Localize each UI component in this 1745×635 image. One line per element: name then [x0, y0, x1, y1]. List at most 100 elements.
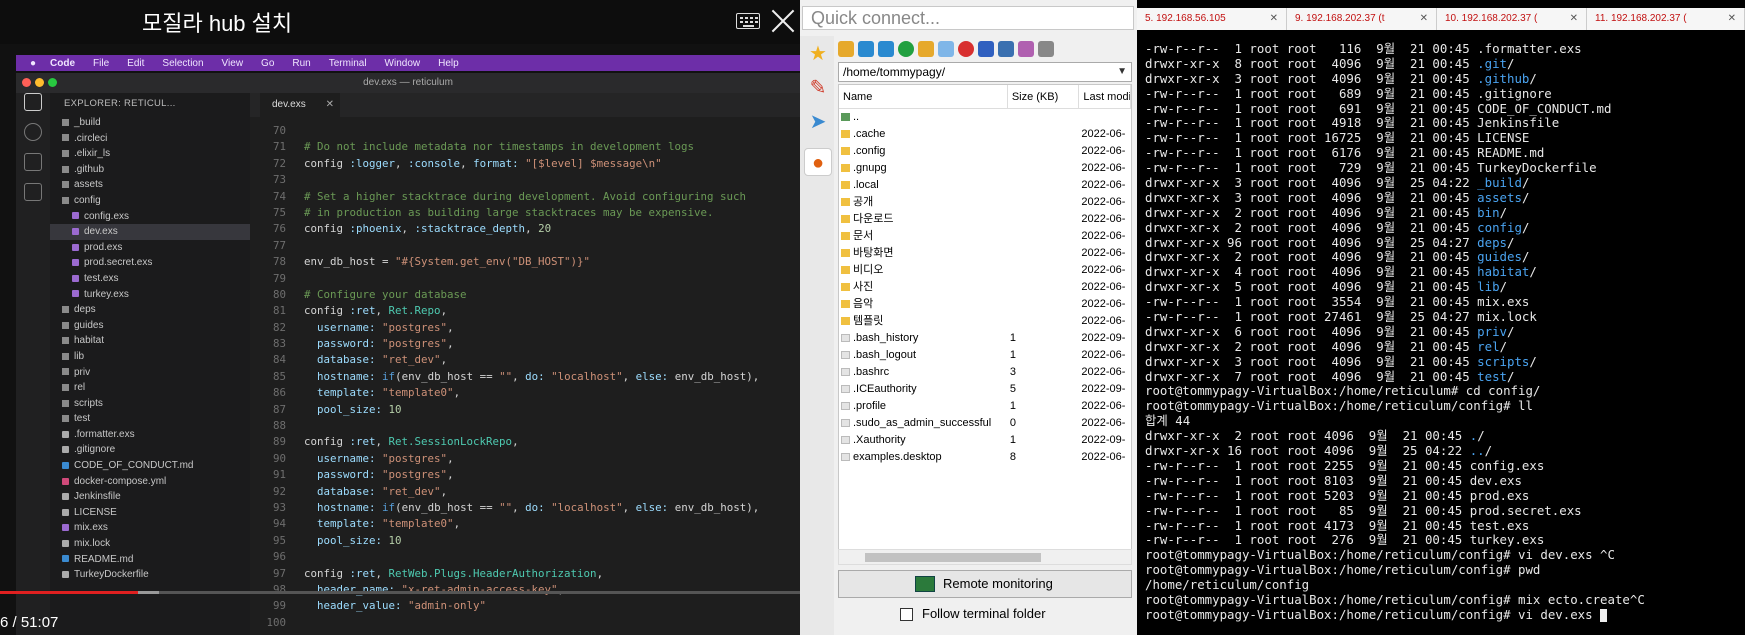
file-row[interactable]: .ICEauthority 5 2022-09- — [839, 381, 1131, 398]
menu-item[interactable]: File — [93, 58, 109, 69]
file-row[interactable]: 템플릿 2022-06- — [839, 313, 1131, 330]
menu-item[interactable]: Help — [438, 58, 459, 69]
new-folder-icon[interactable] — [918, 41, 934, 57]
terminal-tab[interactable]: 5. 192.168.56.105 ✕ — [1137, 8, 1287, 30]
column-header-name[interactable]: Name — [839, 85, 1008, 108]
keyboard-icon[interactable] — [736, 13, 760, 29]
menu-item[interactable]: Selection — [162, 58, 203, 69]
file-tree-item[interactable]: config.exs — [50, 209, 250, 225]
code-editor[interactable]: dev.exs ✕ 70 71 # Do not include metadata … — [250, 93, 800, 635]
file-row[interactable]: .sudo_as_admin_successful 0 2022-06- — [839, 415, 1131, 432]
properties-icon[interactable] — [998, 41, 1014, 57]
file-row[interactable]: 음악 2022-06- — [839, 296, 1131, 313]
delete-icon[interactable] — [958, 41, 974, 57]
editor-tab[interactable]: dev.exs ✕ — [260, 93, 340, 117]
scrollbar-thumb[interactable] — [865, 553, 1041, 562]
file-row[interactable]: .bash_history 1 2022-09- — [839, 330, 1131, 347]
rename-icon[interactable] — [978, 41, 994, 57]
file-tree-item[interactable]: _build — [50, 115, 250, 131]
menu-item[interactable]: Edit — [127, 58, 144, 69]
menu-item[interactable]: Run — [292, 58, 310, 69]
file-tree-item[interactable]: .formatter.exs — [50, 427, 250, 443]
video-player[interactable]: 모질라 hub 설치 ● Code File Edit Selection Vi… — [0, 0, 800, 635]
file-tree-item[interactable]: docker-compose.yml — [50, 474, 250, 490]
star-icon[interactable]: ★ — [804, 40, 832, 68]
file-tree-item[interactable]: test — [50, 411, 250, 427]
sftp-icon[interactable]: ● — [804, 148, 832, 176]
file-row[interactable]: 바탕화면 2022-06- — [839, 245, 1131, 262]
permissions-icon[interactable] — [1018, 41, 1034, 57]
file-tree-item[interactable]: .gitignore — [50, 442, 250, 458]
file-row[interactable]: .bashrc 3 2022-06- — [839, 364, 1131, 381]
terminal-tab[interactable]: 11. 192.168.202.37 ( ✕ — [1587, 8, 1745, 30]
new-file-icon[interactable] — [938, 41, 954, 57]
file-row[interactable]: .local 2022-06- — [839, 177, 1131, 194]
file-row[interactable]: .gnupg 2022-06- — [839, 160, 1131, 177]
folder-up-icon[interactable] — [838, 41, 854, 57]
menu-item[interactable]: Window — [385, 58, 421, 69]
apple-icon[interactable]: ● — [30, 58, 36, 69]
follow-terminal-checkbox[interactable] — [900, 608, 913, 621]
window-minimize-dot[interactable] — [35, 78, 44, 87]
tools-icon[interactable]: ✎ — [804, 74, 832, 102]
file-row[interactable]: .. — [839, 109, 1131, 126]
close-icon[interactable]: ✕ — [1270, 8, 1278, 30]
file-row[interactable]: .cache 2022-06- — [839, 126, 1131, 143]
file-row[interactable]: 다운로드 2022-06- — [839, 211, 1131, 228]
video-progress-bar[interactable] — [0, 591, 800, 594]
file-tree-item[interactable]: CODE_OF_CONDUCT.md — [50, 458, 250, 474]
file-tree-item[interactable]: mix.lock — [50, 536, 250, 552]
close-icon[interactable] — [770, 8, 796, 34]
file-tree-item[interactable]: config — [50, 193, 250, 209]
file-tree-item[interactable]: prod.secret.exs — [50, 255, 250, 271]
terminal-panel[interactable]: 5. 192.168.56.105 ✕ 9. 192.168.202.37 (t… — [1137, 0, 1745, 635]
file-row[interactable]: 비디오 2022-06- — [839, 262, 1131, 279]
file-row[interactable]: examples.desktop 8 2022-06- — [839, 449, 1131, 466]
file-tree-item[interactable]: assets — [50, 177, 250, 193]
file-row[interactable]: 공개 2022-06- — [839, 194, 1131, 211]
file-tree-item[interactable]: test.exs — [50, 271, 250, 287]
terminal-icon[interactable] — [1038, 41, 1054, 57]
search-icon[interactable] — [24, 123, 42, 141]
terminal-cursor[interactable] — [1600, 608, 1608, 622]
terminal-tab[interactable]: 9. 192.168.202.37 (t ✕ — [1287, 8, 1437, 30]
refresh-icon[interactable] — [898, 41, 914, 57]
column-header-size[interactable]: Size (KB) — [1008, 85, 1080, 108]
source-control-icon[interactable] — [24, 153, 42, 171]
file-tree-item[interactable]: guides — [50, 318, 250, 334]
file-tree-item[interactable]: TurkeyDockerfile — [50, 567, 250, 583]
upload-icon[interactable] — [878, 41, 894, 57]
file-tree-item[interactable]: habitat — [50, 333, 250, 349]
window-zoom-dot[interactable] — [48, 78, 57, 87]
download-icon[interactable] — [858, 41, 874, 57]
menu-app-name[interactable]: Code — [50, 58, 75, 69]
close-icon[interactable]: ✕ — [1420, 8, 1428, 30]
file-tree-item[interactable]: scripts — [50, 396, 250, 412]
menu-item[interactable]: View — [222, 58, 244, 69]
file-tree-item[interactable]: dev.exs — [50, 224, 250, 240]
file-row[interactable]: .bash_logout 1 2022-06- — [839, 347, 1131, 364]
file-tree-item[interactable]: LICENSE — [50, 505, 250, 521]
close-icon[interactable]: ✕ — [326, 93, 334, 117]
close-icon[interactable]: ✕ — [1728, 8, 1736, 30]
quick-connect-input[interactable]: Quick connect... — [802, 6, 1134, 30]
chevron-down-icon[interactable]: ▼ — [1117, 63, 1127, 81]
file-tree-item[interactable]: Jenkinsfile — [50, 489, 250, 505]
menu-item[interactable]: Terminal — [329, 58, 367, 69]
menu-item[interactable]: Go — [261, 58, 274, 69]
file-tree-item[interactable]: turkey.exs — [50, 287, 250, 303]
remote-monitoring-button[interactable]: Remote monitoring — [838, 570, 1132, 598]
close-icon[interactable]: ✕ — [1570, 8, 1578, 30]
window-close-dot[interactable] — [22, 78, 31, 87]
file-tree-item[interactable]: lib — [50, 349, 250, 365]
path-input[interactable]: /home/tommypagy/ ▼ — [838, 62, 1132, 82]
file-tree-item[interactable]: README.md — [50, 552, 250, 568]
file-tree-item[interactable]: prod.exs — [50, 240, 250, 256]
terminal-tab[interactable]: 10. 192.168.202.37 ( ✕ — [1437, 8, 1587, 30]
file-row[interactable]: .profile 1 2022-06- — [839, 398, 1131, 415]
file-tree-item[interactable]: rel — [50, 380, 250, 396]
explorer-icon[interactable] — [24, 93, 42, 111]
file-tree-item[interactable]: priv — [50, 365, 250, 381]
file-tree-item[interactable]: .github — [50, 162, 250, 178]
file-tree-item[interactable]: deps — [50, 302, 250, 318]
